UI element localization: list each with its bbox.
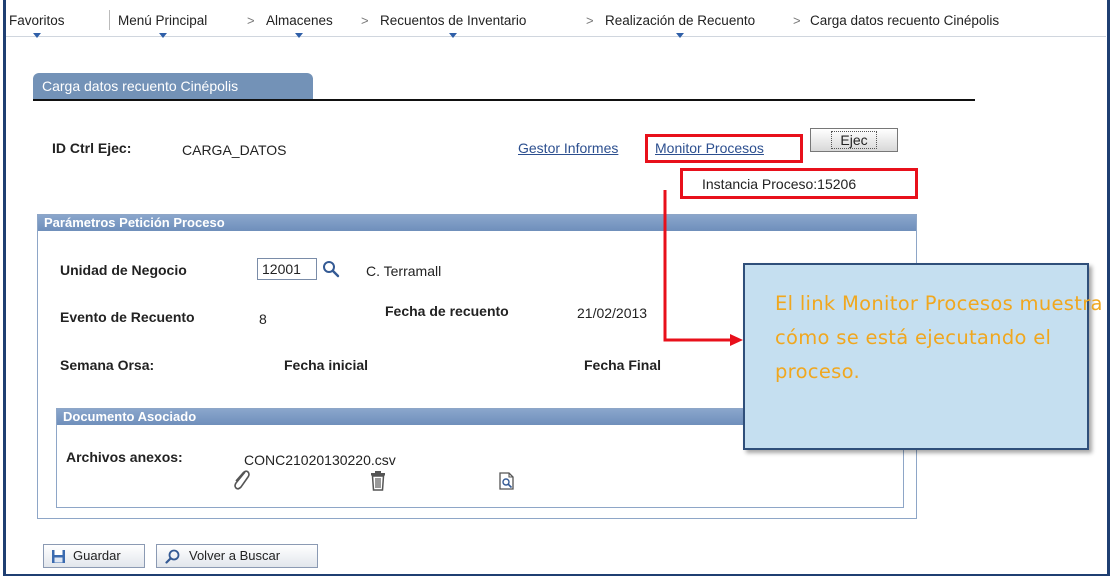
save-button[interactable]: Guardar: [43, 544, 145, 568]
business-unit-input[interactable]: 12001: [257, 258, 317, 280]
process-monitor-highlight: [645, 134, 803, 163]
business-unit-label: Unidad de Negocio: [60, 262, 187, 278]
breadcrumb-separator: >: [793, 13, 801, 28]
end-date-label: Fecha Final: [584, 357, 662, 373]
return-to-search-button[interactable]: Volver a Buscar: [156, 544, 318, 568]
breadcrumb-separator: >: [586, 13, 594, 28]
run-button[interactable]: Ejec: [810, 128, 898, 152]
count-event-value: 8: [259, 311, 267, 327]
breadcrumb-separator: >: [361, 13, 369, 28]
count-date-value: 21/02/2013: [577, 305, 648, 321]
business-unit-description: C. Terramall: [366, 263, 442, 279]
count-event-label: Evento de Recuento: [60, 309, 195, 325]
report-manager-link[interactable]: Gestor Informes: [518, 140, 618, 156]
run-control-value: CARGA_DATOS: [182, 142, 287, 158]
process-params-header: Parámetros Petición Proceso: [38, 215, 916, 231]
tab-carga-datos[interactable]: Carga datos recuento Cinépolis: [33, 73, 313, 100]
week-label: Semana Orsa:: [60, 357, 155, 373]
search-icon: [165, 549, 180, 564]
callout-text: El link Monitor Procesos muestra cómo se…: [775, 292, 1103, 383]
breadcrumb-realizacion[interactable]: Realización de Recuento: [605, 13, 755, 38]
breadcrumb-current-page: Carga datos recuento Cinépolis: [810, 13, 1000, 28]
paperclip-icon[interactable]: [231, 469, 251, 491]
breadcrumb-favoritos[interactable]: Favoritos: [9, 13, 65, 38]
run-control-label: ID Ctrl Ejec:: [52, 140, 132, 156]
count-date-label: Fecha de recuento: [385, 303, 509, 319]
search-icon[interactable]: [322, 260, 340, 278]
breadcrumb: Favoritos Menú Principal > Almacenes > R…: [6, 0, 1106, 38]
breadcrumb-menu-principal[interactable]: Menú Principal: [118, 13, 207, 38]
breadcrumb-almacenes[interactable]: Almacenes: [266, 13, 333, 38]
breadcrumb-divider: [109, 10, 110, 30]
trash-icon[interactable]: [369, 471, 387, 491]
callout-note: El link Monitor Procesos muestra cómo se…: [743, 263, 1102, 450]
breadcrumb-separator: >: [247, 13, 255, 28]
start-date-label: Fecha inicial: [284, 357, 369, 373]
tab-underline: [33, 99, 975, 101]
view-document-icon[interactable]: [498, 472, 516, 490]
breadcrumb-recuentos[interactable]: Recuentos de Inventario: [380, 13, 526, 38]
save-icon: [52, 550, 65, 563]
attachments-label: Archivos anexos:: [66, 449, 183, 465]
attachment-file-name: CONC21020130220.csv: [244, 452, 396, 468]
